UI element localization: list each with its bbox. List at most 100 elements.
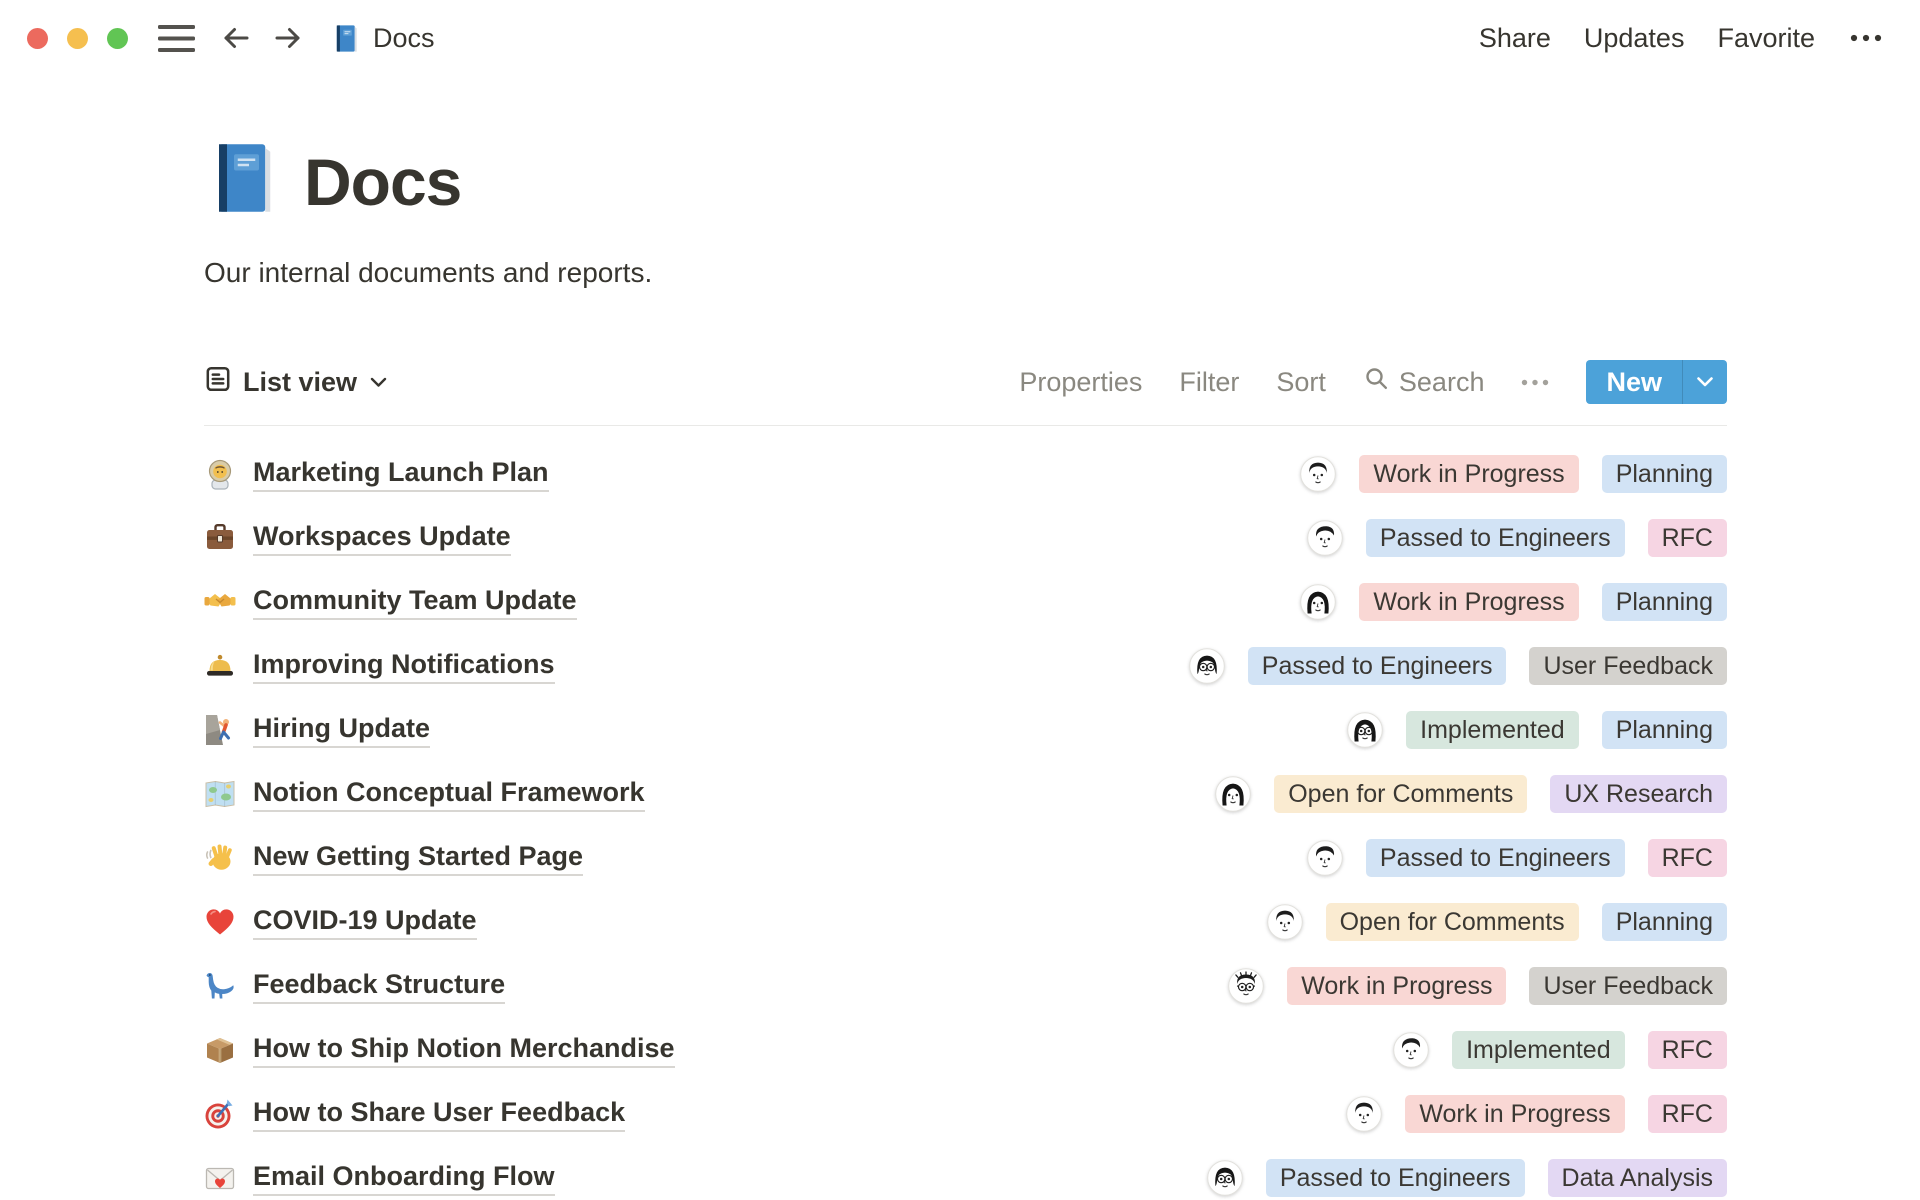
handshake-icon	[204, 586, 236, 618]
blue-book-icon	[331, 23, 362, 54]
zoom-window-button[interactable]	[107, 27, 128, 49]
dinosaur-icon	[204, 970, 236, 1002]
doc-title-link[interactable]: How to Ship Notion Merchandise	[253, 1032, 675, 1069]
chevron-down-icon	[370, 377, 387, 388]
woman-long-hair-avatar	[1215, 776, 1252, 812]
status-badge: Open for Comments	[1325, 903, 1579, 941]
ellipsis-icon[interactable]	[1521, 379, 1549, 386]
back-arrow-icon[interactable]	[219, 21, 253, 55]
status-badge: Work in Progress	[1287, 967, 1507, 1005]
new-button-label[interactable]: New	[1586, 360, 1682, 404]
doc-title-link[interactable]: Marketing Launch Plan	[253, 456, 549, 493]
page-description[interactable]: Our internal documents and reports.	[204, 256, 1727, 289]
category-badge: Planning	[1601, 455, 1727, 493]
category-badge: RFC	[1647, 519, 1727, 557]
man-glasses-avatar	[1228, 968, 1265, 1004]
world-map-icon	[204, 778, 236, 810]
man-wavy-hair-avatar	[1307, 520, 1343, 556]
man-wavy-hair-avatar	[1393, 1032, 1429, 1068]
page-header: Docs	[204, 138, 1727, 218]
view-switcher-label: List view	[243, 366, 358, 397]
category-badge: Planning	[1601, 583, 1727, 621]
search-label: Search	[1398, 366, 1485, 397]
updates-button[interactable]: Updates	[1584, 23, 1685, 54]
more-options-icon[interactable]	[1850, 34, 1882, 42]
list-item[interactable]: Notion Conceptual Framework Open for Com…	[204, 762, 1727, 826]
status-badge: Implemented	[1406, 711, 1579, 749]
traffic-lights	[27, 27, 128, 49]
breadcrumb-page-title[interactable]: Docs	[373, 23, 435, 54]
category-badge: Planning	[1601, 711, 1727, 749]
person-long-hair-glasses-avatar	[1347, 712, 1383, 748]
category-badge: RFC	[1647, 1095, 1727, 1133]
list-item[interactable]: COVID-19 Update Open for Comments Planni…	[204, 890, 1727, 954]
new-dropdown-chevron-icon[interactable]	[1682, 360, 1727, 404]
list-item[interactable]: Community Team Update Work in Progress P…	[204, 570, 1727, 634]
doc-title-link[interactable]: Workspaces Update	[253, 520, 511, 557]
blue-book-page-icon[interactable]	[204, 138, 284, 218]
doc-title-link[interactable]: New Getting Started Page	[253, 840, 584, 877]
window-titlebar: Docs Share Updates Favorite	[0, 0, 1920, 76]
doc-title-link[interactable]: Notion Conceptual Framework	[253, 776, 645, 813]
list-item[interactable]: Email Onboarding Flow Passed to Engineer…	[204, 1146, 1727, 1200]
man-wavy-hair-avatar	[1307, 840, 1343, 876]
status-badge: Implemented	[1452, 1031, 1625, 1069]
status-badge: Passed to Engineers	[1265, 1159, 1525, 1197]
share-button[interactable]: Share	[1479, 23, 1551, 54]
woman-glasses-avatar	[1207, 1160, 1243, 1196]
target-icon	[204, 1098, 236, 1130]
forward-arrow-icon[interactable]	[271, 21, 305, 55]
climber-icon	[204, 714, 236, 746]
category-badge: Data Analysis	[1547, 1159, 1727, 1197]
toolbar-divider	[204, 425, 1727, 426]
page-title: Docs	[304, 145, 462, 219]
filter-button[interactable]: Filter	[1179, 367, 1239, 398]
doc-title-link[interactable]: Improving Notifications	[253, 648, 555, 685]
status-badge: Passed to Engineers	[1365, 839, 1625, 877]
collection-toolbar: List view Properties Filter Sort Search …	[204, 359, 1727, 405]
heart-icon	[204, 906, 236, 938]
status-badge: Work in Progress	[1359, 583, 1579, 621]
list-item[interactable]: New Getting Started Page Passed to Engin…	[204, 826, 1727, 890]
list-item[interactable]: Improving Notifications Passed to Engine…	[204, 634, 1727, 698]
man-short-hair-avatar	[1300, 456, 1337, 492]
woman-glasses-avatar	[1188, 648, 1225, 684]
astronaut-icon	[204, 458, 236, 490]
new-button[interactable]: New	[1586, 360, 1727, 404]
close-window-button[interactable]	[27, 27, 48, 49]
doc-title-link[interactable]: Email Onboarding Flow	[253, 1160, 555, 1197]
man-short-hair-avatar	[1266, 904, 1303, 940]
list-item[interactable]: How to Share User Feedback Work in Progr…	[204, 1082, 1727, 1146]
status-badge: Work in Progress	[1405, 1095, 1625, 1133]
category-badge: UX Research	[1550, 775, 1727, 813]
category-badge: RFC	[1647, 839, 1727, 877]
category-badge: User Feedback	[1529, 647, 1727, 685]
view-switcher[interactable]: List view	[204, 365, 387, 400]
favorite-button[interactable]: Favorite	[1717, 23, 1815, 54]
category-badge: RFC	[1647, 1031, 1727, 1069]
doc-title-link[interactable]: Community Team Update	[253, 584, 577, 621]
sort-button[interactable]: Sort	[1276, 367, 1326, 398]
man-short-hair-avatar	[1346, 1096, 1383, 1132]
package-icon	[204, 1034, 236, 1066]
status-badge: Work in Progress	[1359, 455, 1579, 493]
list-item[interactable]: Hiring Update Implemented Planning	[204, 698, 1727, 762]
properties-button[interactable]: Properties	[1019, 367, 1142, 398]
search-icon	[1363, 365, 1390, 399]
waving-hand-icon	[204, 842, 236, 874]
doc-title-link[interactable]: COVID-19 Update	[253, 904, 477, 941]
list-item[interactable]: Workspaces Update Passed to Engineers RF…	[204, 506, 1727, 570]
search-button[interactable]: Search	[1363, 365, 1485, 399]
status-badge: Passed to Engineers	[1247, 647, 1507, 685]
list-item[interactable]: Marketing Launch Plan Work in Progress P…	[204, 442, 1727, 506]
list-item[interactable]: How to Ship Notion Merchandise Implement…	[204, 1018, 1727, 1082]
woman-long-hair-avatar	[1300, 584, 1337, 620]
doc-title-link[interactable]: Feedback Structure	[253, 968, 506, 1005]
doc-title-link[interactable]: Hiring Update	[253, 712, 431, 749]
doc-title-link[interactable]: How to Share User Feedback	[253, 1096, 626, 1133]
list-item[interactable]: Feedback Structure Work in Progress User…	[204, 954, 1727, 1018]
category-badge: User Feedback	[1529, 967, 1727, 1005]
love-letter-icon	[204, 1162, 236, 1194]
sidebar-menu-icon[interactable]	[158, 24, 195, 52]
minimize-window-button[interactable]	[67, 27, 88, 49]
